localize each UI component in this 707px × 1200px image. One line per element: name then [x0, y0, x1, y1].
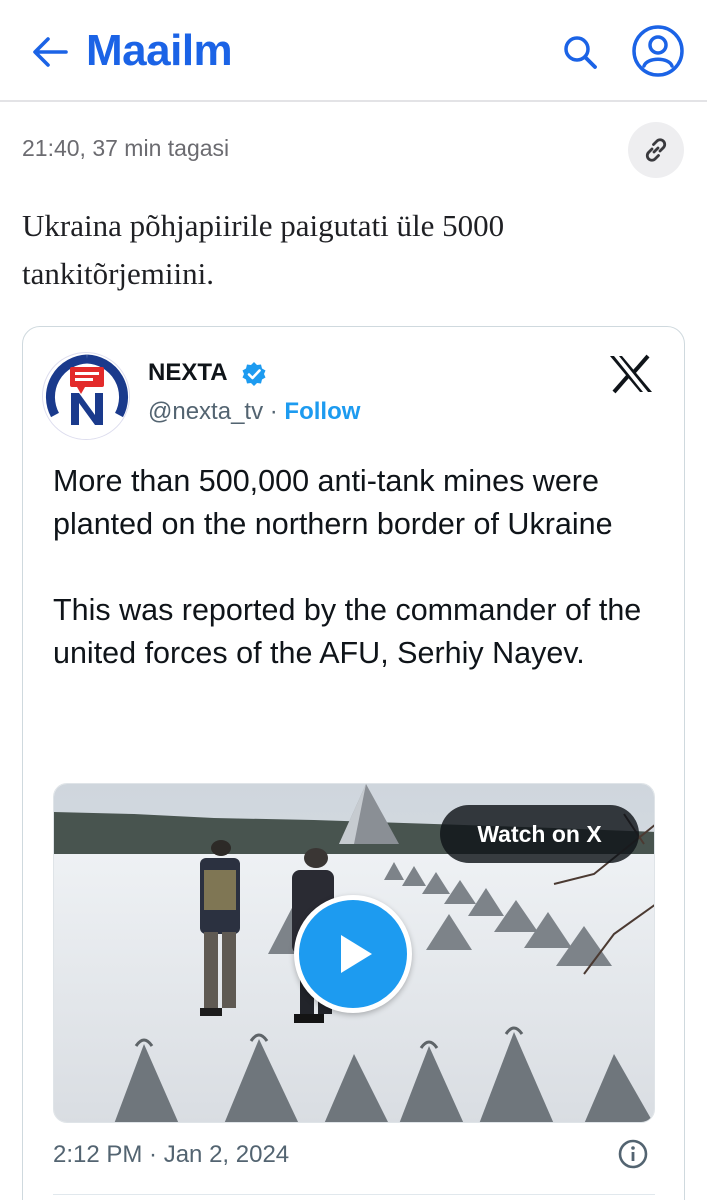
search-button[interactable] — [556, 28, 604, 76]
watch-on-x-button[interactable]: Watch on X — [440, 805, 639, 863]
arrow-left-icon — [33, 37, 68, 67]
section-title: Maailm — [86, 26, 233, 75]
back-button[interactable] — [28, 30, 72, 74]
account-button[interactable] — [630, 23, 686, 79]
divider — [53, 1194, 655, 1195]
author-handle[interactable]: @nexta_tv — [148, 398, 263, 425]
article-timestamp: 21:40, 37 min tagasi — [22, 135, 230, 161]
search-icon — [564, 36, 597, 69]
play-icon — [341, 935, 372, 973]
nexta-logo-icon — [43, 353, 129, 439]
follow-link[interactable]: Follow — [284, 398, 360, 425]
article-text: Ukraina põhjapiirile paigutati üle 5000 … — [22, 208, 505, 291]
top-bar: Maailm — [0, 0, 707, 102]
avatar[interactable] — [42, 352, 130, 440]
link-icon — [645, 138, 667, 162]
handle-row: @nexta_tv · Follow — [148, 397, 360, 427]
verified-badge-icon — [242, 362, 266, 386]
copy-link-button[interactable] — [628, 122, 684, 178]
handle-separator: · — [263, 398, 285, 425]
play-button[interactable] — [294, 895, 412, 1013]
x-logo-icon[interactable] — [608, 354, 654, 394]
tweet-text: More than 500,000 anti-tank mines were p… — [53, 464, 642, 670]
user-circle-icon — [632, 25, 684, 77]
tweet-date[interactable]: 2:12 PM · Jan 2, 2024 — [53, 1140, 289, 1170]
info-icon[interactable] — [617, 1138, 649, 1170]
author-name[interactable]: NEXTA — [148, 358, 228, 388]
